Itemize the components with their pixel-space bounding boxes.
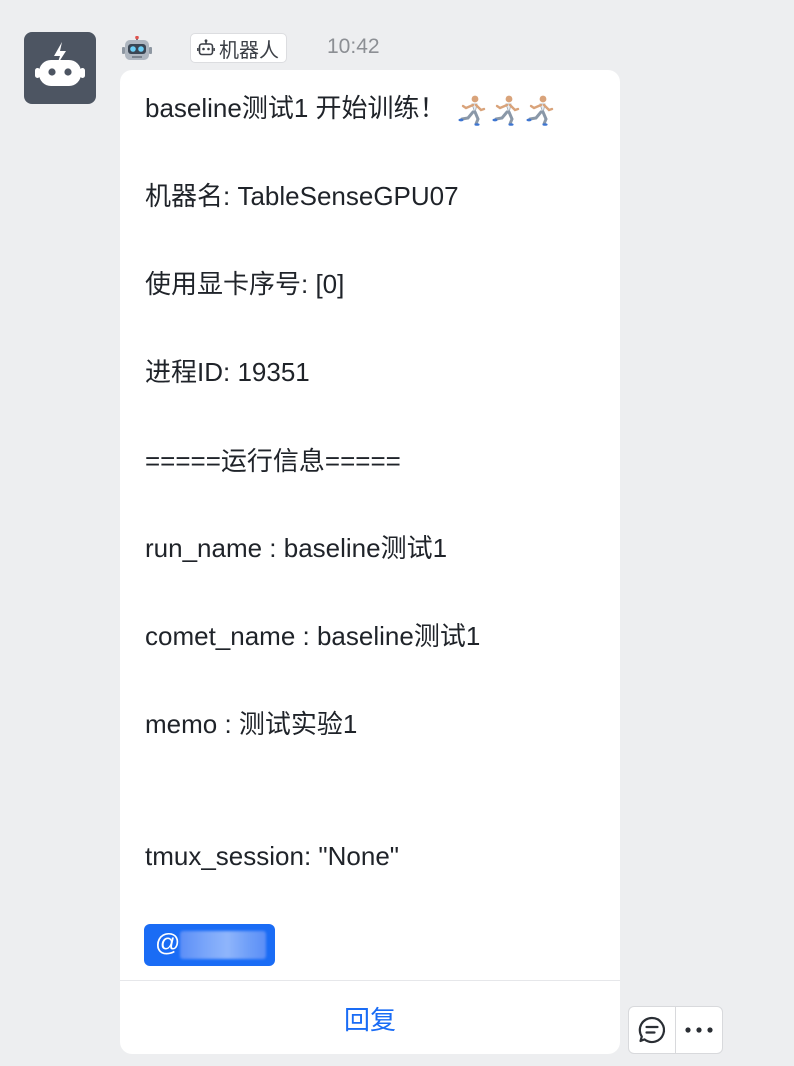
robot-lightning-avatar-icon [35,42,85,86]
run-name-line: run_name : baseline测试1 [145,533,448,563]
person-running-icon [525,95,553,126]
person-running-icon [491,95,519,126]
bot-tag: 机器人 [190,33,287,63]
bubble-divider [120,980,620,981]
message-time: 10:42 [327,35,380,58]
message-bubble: baseline测试1 开始训练！ 机器名: TableSenseGPU07 使… [120,70,620,1054]
process-id-line: 进程ID: 19351 [145,357,310,387]
reply-button[interactable]: 回复 [120,1000,620,1037]
mention-tag[interactable]: @ [144,924,275,966]
gpu-index-line: 使用显卡序号: [0] [145,269,345,299]
message-actions [628,1006,723,1054]
message-title-line: baseline测试1 开始训练！ [145,90,556,126]
memo-line: memo : 测试实验1 [145,709,358,739]
mention-at: @ [155,929,181,957]
bot-tag-label: 机器人 [219,39,279,62]
run-info-header: =====运行信息===== [145,446,401,476]
tmux-session-line: tmux_session: "None" [145,841,400,871]
more-dots-icon [685,1027,713,1033]
robot-face-emoji-icon [122,35,152,62]
comment-bubble-icon [638,1016,666,1044]
bot-avatar[interactable] [24,32,96,104]
running-emojis [456,94,556,126]
machine-name-line: 机器名: TableSenseGPU07 [145,181,459,211]
bot-tag-icon [197,39,215,56]
more-button[interactable] [676,1007,722,1053]
person-running-icon [457,95,485,126]
comment-button[interactable] [629,1007,675,1053]
message-title: baseline测试1 开始训练！ [145,93,446,123]
mention-redacted-name [180,931,266,959]
comet-name-line: comet_name : baseline测试1 [145,621,481,651]
